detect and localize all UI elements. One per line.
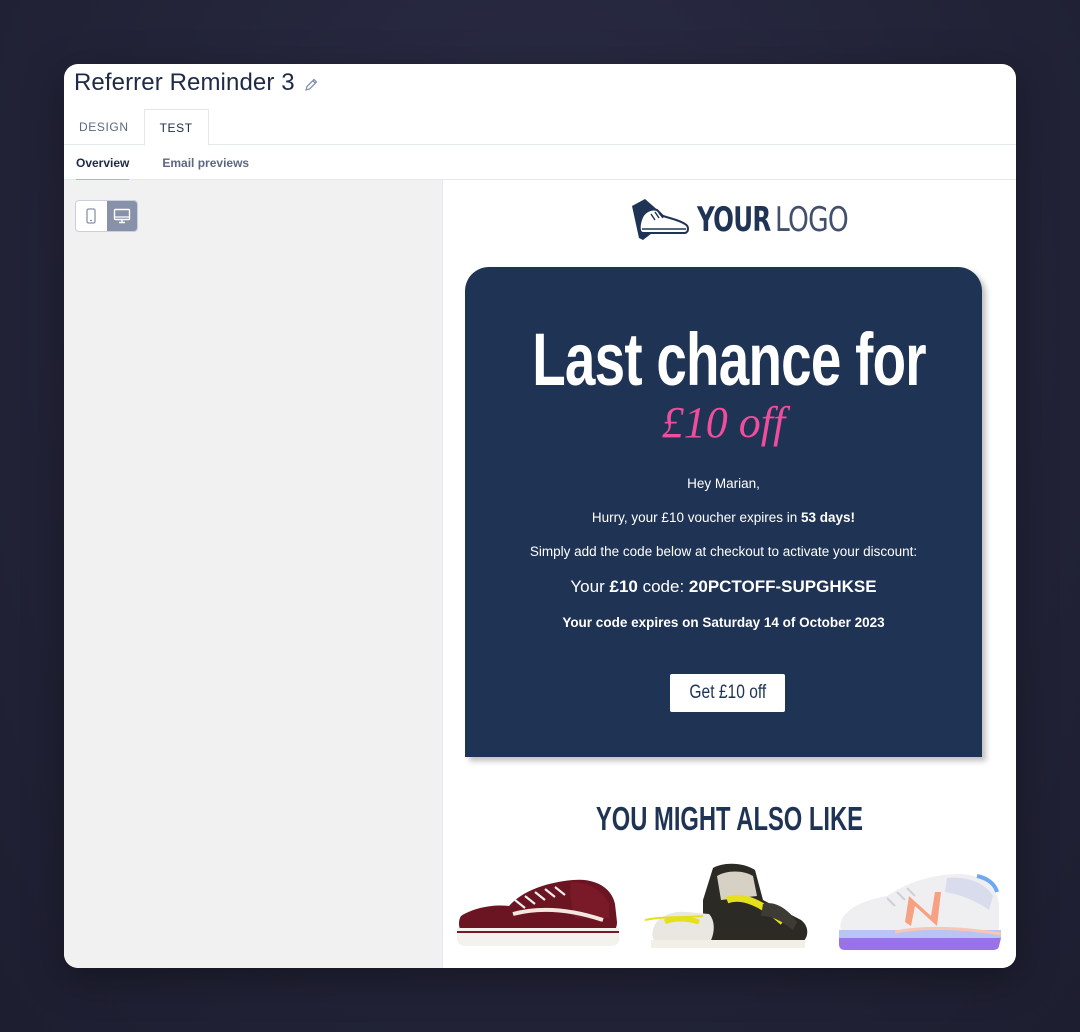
code-label: code: — [637, 577, 689, 596]
voucher-code[interactable]: 20PCTOFF-SUPGHKSE — [689, 577, 877, 596]
logo-text-bold: YOUR — [697, 200, 771, 240]
instructions-text: Simply add the code below at checkout to… — [529, 544, 918, 559]
subtab-overview[interactable]: Overview — [76, 145, 130, 181]
recommendations-title: YOU MIGHT ALSO LIKE — [443, 800, 1016, 838]
pencil-icon[interactable] — [303, 77, 319, 93]
mobile-view-button[interactable] — [76, 201, 107, 231]
main-tabs: DESIGN TEST — [64, 109, 1016, 146]
yellow-high-top-sneaker-image — [644, 863, 808, 948]
tab-test[interactable]: TEST — [143, 109, 209, 146]
expiry-prefix: Hurry, your £10 voucher expires in — [591, 510, 802, 525]
cta-label: Get £10 off — [689, 682, 766, 703]
burgundy-sneaker-image — [457, 879, 619, 946]
code-text: Your £10 code: 20PCTOFF-SUPGHKSE — [465, 577, 982, 597]
desktop-view-button[interactable] — [106, 201, 137, 231]
mobile-icon — [86, 208, 96, 224]
white-running-shoe-image — [839, 874, 1002, 950]
desktop-icon — [113, 208, 130, 224]
tab-design[interactable]: DESIGN — [64, 109, 144, 145]
code-amount: £10 — [609, 577, 638, 596]
cta-button[interactable]: Get £10 off — [670, 674, 785, 712]
expiry-days: 53 days! — [801, 510, 856, 525]
left-panel — [64, 180, 443, 968]
code-prefix: Your — [570, 577, 610, 596]
expiry-text: Hurry, your £10 voucher expires in 53 da… — [465, 510, 982, 525]
tab-design-label: DESIGN — [79, 120, 129, 134]
email-logo: YOUR LOGO — [629, 194, 869, 246]
product-burgundy-sneaker[interactable] — [453, 860, 623, 960]
product-running-shoe[interactable] — [835, 860, 1005, 960]
email-preview: YOUR LOGO Last chance for £10 off Hey Mar… — [443, 180, 1016, 968]
title-row: Referrer Reminder 3 — [74, 66, 319, 100]
hero-subheadline: £10 off — [661, 398, 786, 447]
recommendations-title-text: YOU MIGHT ALSO LIKE — [595, 800, 864, 837]
hero-banner: Last chance for £10 off Hey Marian, Hurr… — [465, 267, 982, 757]
greeting-text: Hey Marian, — [687, 476, 760, 491]
code-expiry-text: Your code expires on Saturday 14 of Octo… — [562, 615, 885, 630]
subtab-email-previews[interactable]: Email previews — [162, 145, 249, 180]
sneaker-icon — [632, 199, 689, 240]
sub-tabs: Overview Email previews — [64, 145, 1016, 181]
tab-test-label: TEST — [159, 120, 193, 135]
hero-headline: Last chance for — [532, 318, 926, 401]
device-toggle — [75, 200, 138, 232]
logo-text-light: LOGO — [775, 200, 849, 240]
product-high-top-sneakers[interactable] — [643, 860, 813, 960]
page-title: Referrer Reminder 3 — [74, 69, 295, 96]
editor-window: Referrer Reminder 3 DESIGN TEST Overview… — [64, 64, 1016, 968]
